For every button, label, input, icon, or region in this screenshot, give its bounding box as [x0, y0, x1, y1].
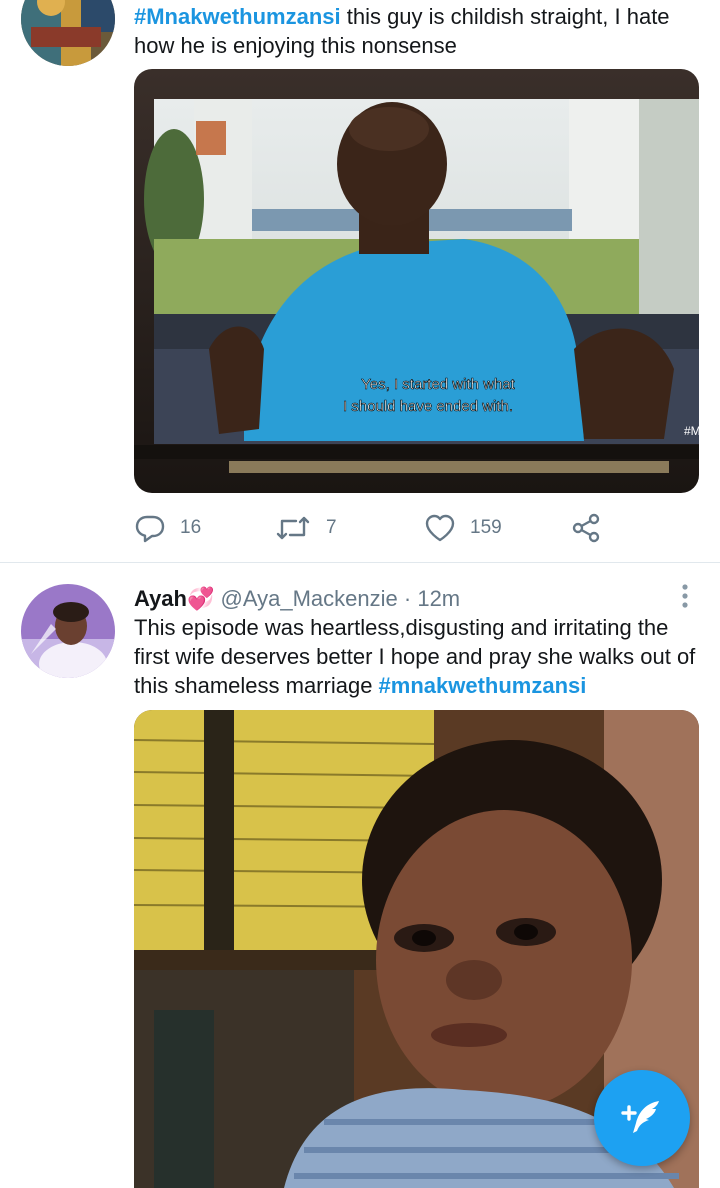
reply-icon	[135, 515, 165, 543]
display-name[interactable]: Ayah	[134, 586, 187, 611]
share-icon	[572, 513, 600, 543]
hashtag-link[interactable]: #mnakwethumzansi	[379, 673, 587, 698]
avatar[interactable]	[21, 0, 115, 66]
share-button[interactable]	[570, 510, 616, 546]
tweet-text: This episode was heartless,disgusting an…	[134, 613, 704, 700]
timestamp[interactable]: 12m	[417, 586, 460, 611]
hashtag-link[interactable]: #Mnakwethumzansi	[134, 4, 341, 29]
compose-tweet-icon	[621, 1101, 659, 1133]
tweet-header: Ayah💞 @Aya_Mackenzie · 12m	[134, 584, 704, 613]
reply-count: 16	[180, 517, 202, 538]
reply-button[interactable]: 16	[134, 510, 201, 546]
tweet-actions: 16 7 159	[134, 510, 694, 546]
tweet-media[interactable]: Yes, I started with what I should have e…	[134, 69, 699, 493]
heart-emoji: 💞	[186, 586, 215, 611]
retweet-button[interactable]: 7	[274, 510, 337, 546]
heart-icon	[425, 514, 455, 542]
separator-dot: ·	[397, 586, 418, 611]
retweet-icon	[276, 516, 310, 540]
like-button[interactable]: 159	[424, 510, 502, 546]
user-handle[interactable]: @Aya_Mackenzie	[221, 586, 398, 611]
subtitle-line-2: I should have ended with.	[343, 398, 513, 415]
tv-screenshot-image: Yes, I started with what I should have e…	[134, 69, 699, 493]
subtitle-line-1: Yes, I started with what	[361, 376, 516, 393]
compose-tweet-button[interactable]	[594, 1070, 690, 1166]
avatar[interactable]	[21, 584, 115, 678]
channel-watermark: #M	[684, 424, 699, 438]
more-options-button[interactable]	[672, 581, 698, 611]
tweet-1[interactable]: #Mnakwethumzansi this guy is childish st…	[0, 0, 720, 562]
tweet-text: #Mnakwethumzansi this guy is childish st…	[134, 2, 704, 60]
more-vertical-icon	[682, 584, 688, 608]
retweet-count: 7	[326, 517, 337, 538]
like-count: 159	[470, 517, 502, 538]
